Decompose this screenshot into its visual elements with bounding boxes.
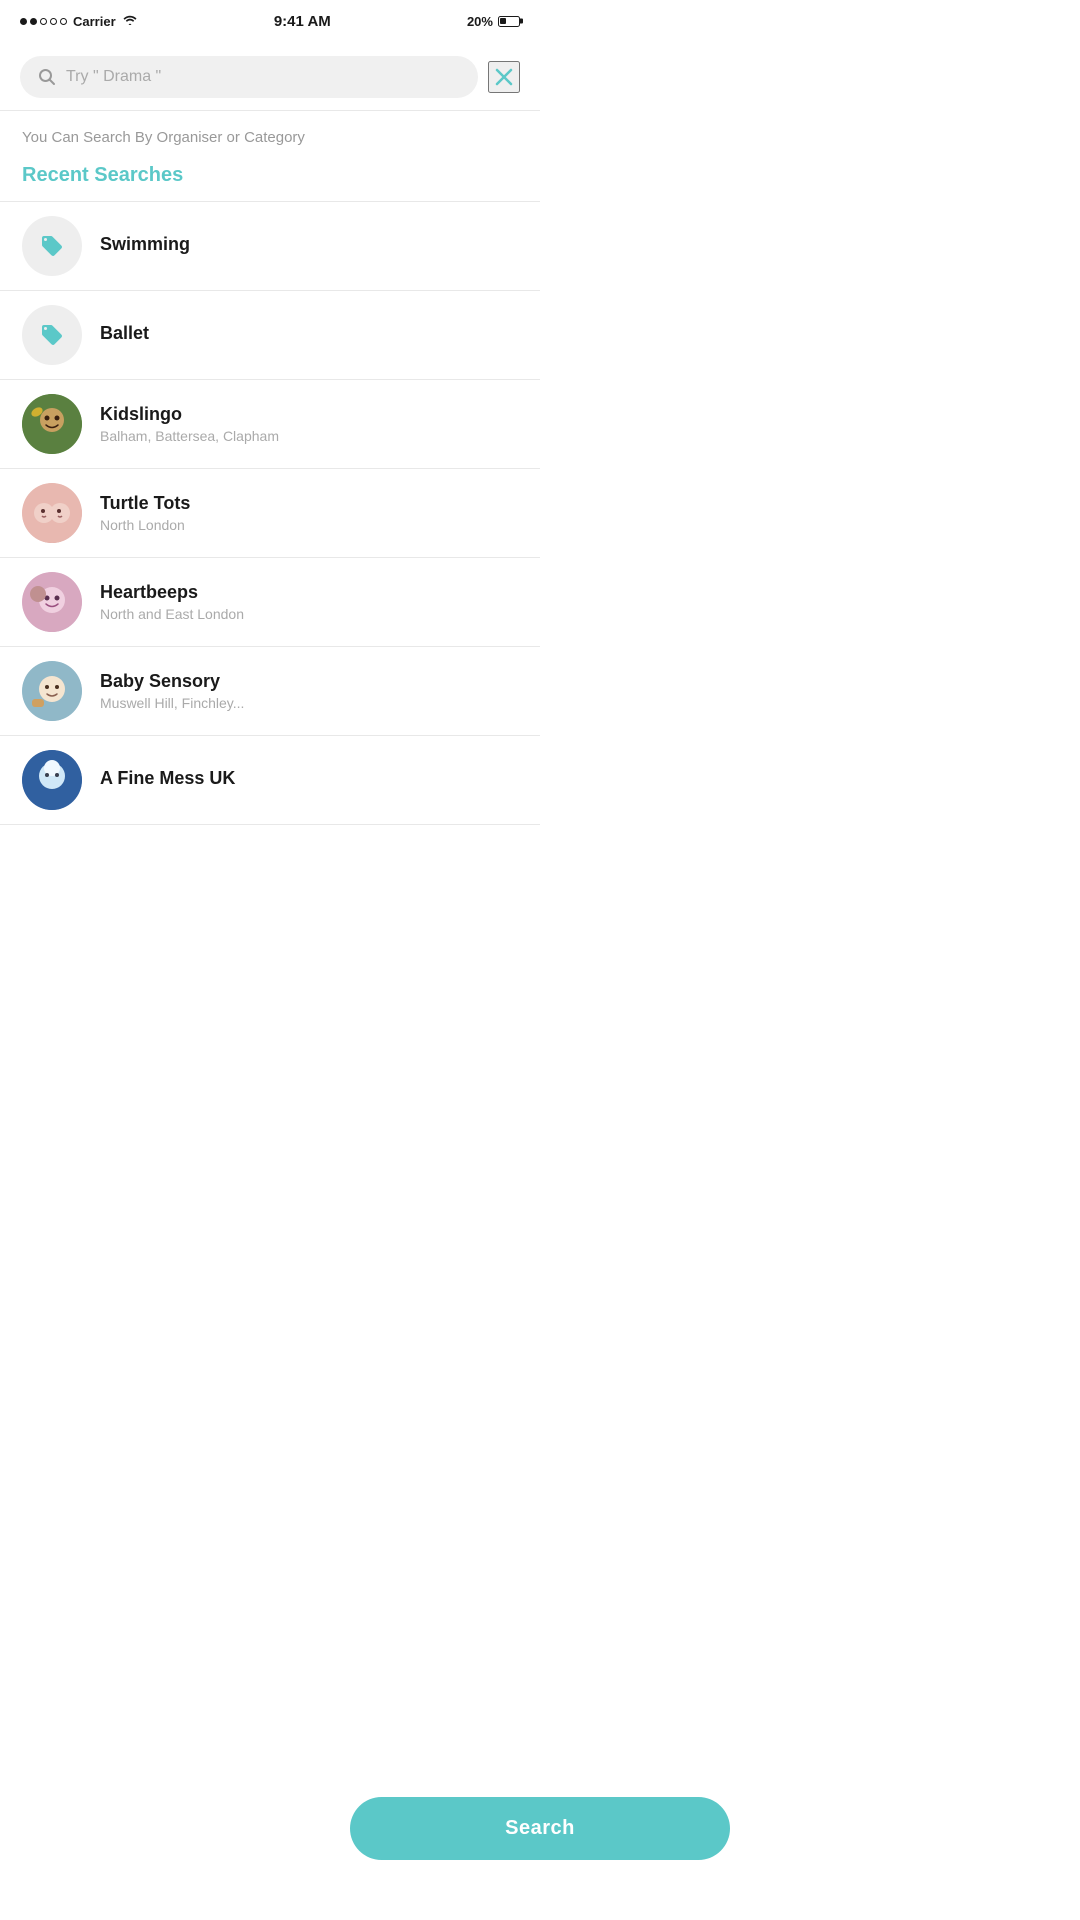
carrier-label: Carrier	[73, 14, 116, 29]
item-subtitle: North and East London	[100, 606, 518, 622]
time-display: 9:41 AM	[274, 13, 331, 30]
avatar	[22, 572, 82, 632]
hint-text: You Can Search By Organiser or Category	[0, 111, 540, 154]
item-title: Swimming	[100, 234, 518, 255]
status-bar: Carrier 9:41 AM 20%	[0, 0, 540, 40]
list-item[interactable]: Turtle Tots North London	[0, 469, 540, 557]
avatar	[22, 394, 82, 454]
status-right: 20%	[467, 14, 520, 29]
close-button[interactable]	[488, 61, 520, 93]
search-bar[interactable]: Try " Drama "	[20, 56, 478, 98]
avatar	[22, 750, 82, 810]
item-info: Kidslingo Balham, Battersea, Clapham	[100, 404, 518, 444]
search-button[interactable]: Search	[350, 1797, 730, 1860]
item-subtitle: Balham, Battersea, Clapham	[100, 428, 518, 444]
avatar	[22, 661, 82, 721]
item-info: Heartbeeps North and East London	[100, 582, 518, 622]
list-item[interactable]: A Fine Mess UK	[0, 736, 540, 824]
item-info: Baby Sensory Muswell Hill, Finchley...	[100, 671, 518, 711]
signal-dots	[20, 18, 67, 25]
signal-dot-3	[40, 18, 47, 25]
wifi-icon	[122, 13, 138, 29]
item-title: Baby Sensory	[100, 671, 518, 692]
search-button-wrap: Search	[350, 1797, 730, 1860]
avatar	[22, 305, 82, 365]
item-title: Kidslingo	[100, 404, 518, 425]
list-item[interactable]: Kidslingo Balham, Battersea, Clapham	[0, 380, 540, 468]
status-left: Carrier	[20, 13, 138, 29]
list-item[interactable]: Swimming	[0, 202, 540, 290]
signal-dot-4	[50, 18, 57, 25]
search-placeholder: Try " Drama "	[66, 68, 460, 86]
list-item[interactable]: Heartbeeps North and East London	[0, 558, 540, 646]
search-icon	[38, 68, 56, 86]
search-container: Try " Drama "	[0, 40, 540, 110]
list-item[interactable]: Baby Sensory Muswell Hill, Finchley...	[0, 647, 540, 735]
battery-percent: 20%	[467, 14, 493, 29]
item-info: A Fine Mess UK	[100, 768, 518, 792]
item-info: Ballet	[100, 323, 518, 347]
item-info: Turtle Tots North London	[100, 493, 518, 533]
item-info: Swimming	[100, 234, 518, 258]
avatar	[22, 483, 82, 543]
avatar	[22, 216, 82, 276]
item-subtitle: North London	[100, 517, 518, 533]
item-title: Heartbeeps	[100, 582, 518, 603]
signal-dot-1	[20, 18, 27, 25]
item-subtitle: Muswell Hill, Finchley...	[100, 695, 518, 711]
signal-dot-2	[30, 18, 37, 25]
item-title: Turtle Tots	[100, 493, 518, 514]
recent-searches-heading: Recent Searches	[0, 154, 540, 201]
item-title: Ballet	[100, 323, 518, 344]
item-title: A Fine Mess UK	[100, 768, 518, 789]
battery-icon	[498, 16, 520, 27]
signal-dot-5	[60, 18, 67, 25]
list-item[interactable]: Ballet	[0, 291, 540, 379]
